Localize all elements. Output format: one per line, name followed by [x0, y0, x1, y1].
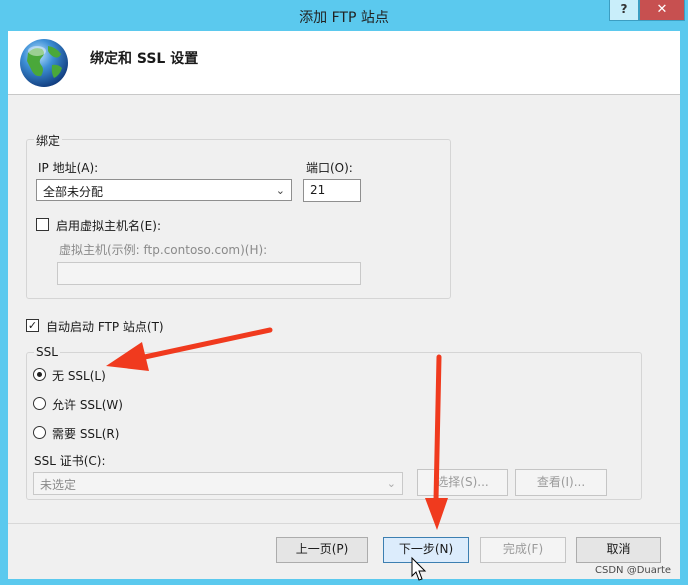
globe-icon [20, 39, 68, 87]
chevron-down-icon: ⌄ [275, 184, 285, 197]
finish-button[interactable]: 完成(F) [480, 537, 566, 563]
cancel-button[interactable]: 取消 [576, 537, 661, 563]
virtual-host-input[interactable] [57, 262, 361, 285]
ip-address-label: IP 地址(A): [38, 161, 99, 175]
virtual-host-checkbox[interactable] [36, 218, 49, 231]
window-title: 添加 FTP 站点 [299, 10, 389, 26]
page-title: 绑定和 SSL 设置 [90, 51, 199, 67]
radio-selected-dot [37, 372, 42, 377]
binding-legend: 绑定 [34, 132, 63, 149]
chevron-down-icon: ⌄ [386, 477, 396, 490]
no-ssl-label: 无 SSL(L) [52, 369, 106, 383]
wizard-body: 绑定 IP 地址(A): 全部未分配 ⌄ 端口(O): 21 启用虚拟主机名(E… [8, 96, 680, 523]
previous-button[interactable]: 上一页(P) [276, 537, 368, 563]
close-button[interactable]: ✕ [639, 0, 685, 21]
ssl-cert-select[interactable]: 未选定 ⌄ [33, 472, 403, 495]
help-button[interactable]: ? [609, 0, 639, 21]
window-frame-right [680, 31, 688, 585]
window-frame-left [0, 31, 8, 585]
port-label: 端口(O): [306, 161, 353, 175]
wizard-header: 绑定和 SSL 设置 [8, 31, 680, 95]
wizard-footer: 上一页(P) 下一步(N) 完成(F) 取消 [8, 523, 680, 579]
select-cert-button[interactable]: 选择(S)... [417, 469, 508, 496]
watermark: CSDN @Duarte [595, 565, 672, 576]
title-bar: 添加 FTP 站点 ? ✕ [0, 0, 688, 31]
require-ssl-label: 需要 SSL(R) [52, 427, 120, 441]
window-frame-bottom [0, 579, 688, 585]
require-ssl-radio[interactable] [33, 426, 46, 439]
view-cert-button[interactable]: 查看(I)... [515, 469, 607, 496]
autostart-label: 自动启动 FTP 站点(T) [46, 320, 164, 334]
ssl-cert-value: 未选定 [40, 478, 77, 492]
no-ssl-radio[interactable] [33, 368, 46, 381]
allow-ssl-label: 允许 SSL(W) [52, 398, 123, 412]
autostart-checkbox[interactable]: ✓ [26, 319, 39, 332]
ip-address-select[interactable]: 全部未分配 ⌄ [36, 179, 292, 201]
ssl-legend: SSL [34, 345, 60, 359]
allow-ssl-radio[interactable] [33, 397, 46, 410]
checkmark-icon: ✓ [27, 319, 38, 332]
virtual-host-label: 虚拟主机(示例: ftp.contoso.com)(H): [59, 243, 268, 257]
port-input[interactable]: 21 [303, 179, 361, 202]
ip-address-value: 全部未分配 [43, 185, 104, 199]
next-button[interactable]: 下一步(N) [383, 537, 469, 563]
ssl-cert-label: SSL 证书(C): [34, 454, 106, 468]
virtual-host-checkbox-label: 启用虚拟主机名(E): [56, 219, 161, 233]
